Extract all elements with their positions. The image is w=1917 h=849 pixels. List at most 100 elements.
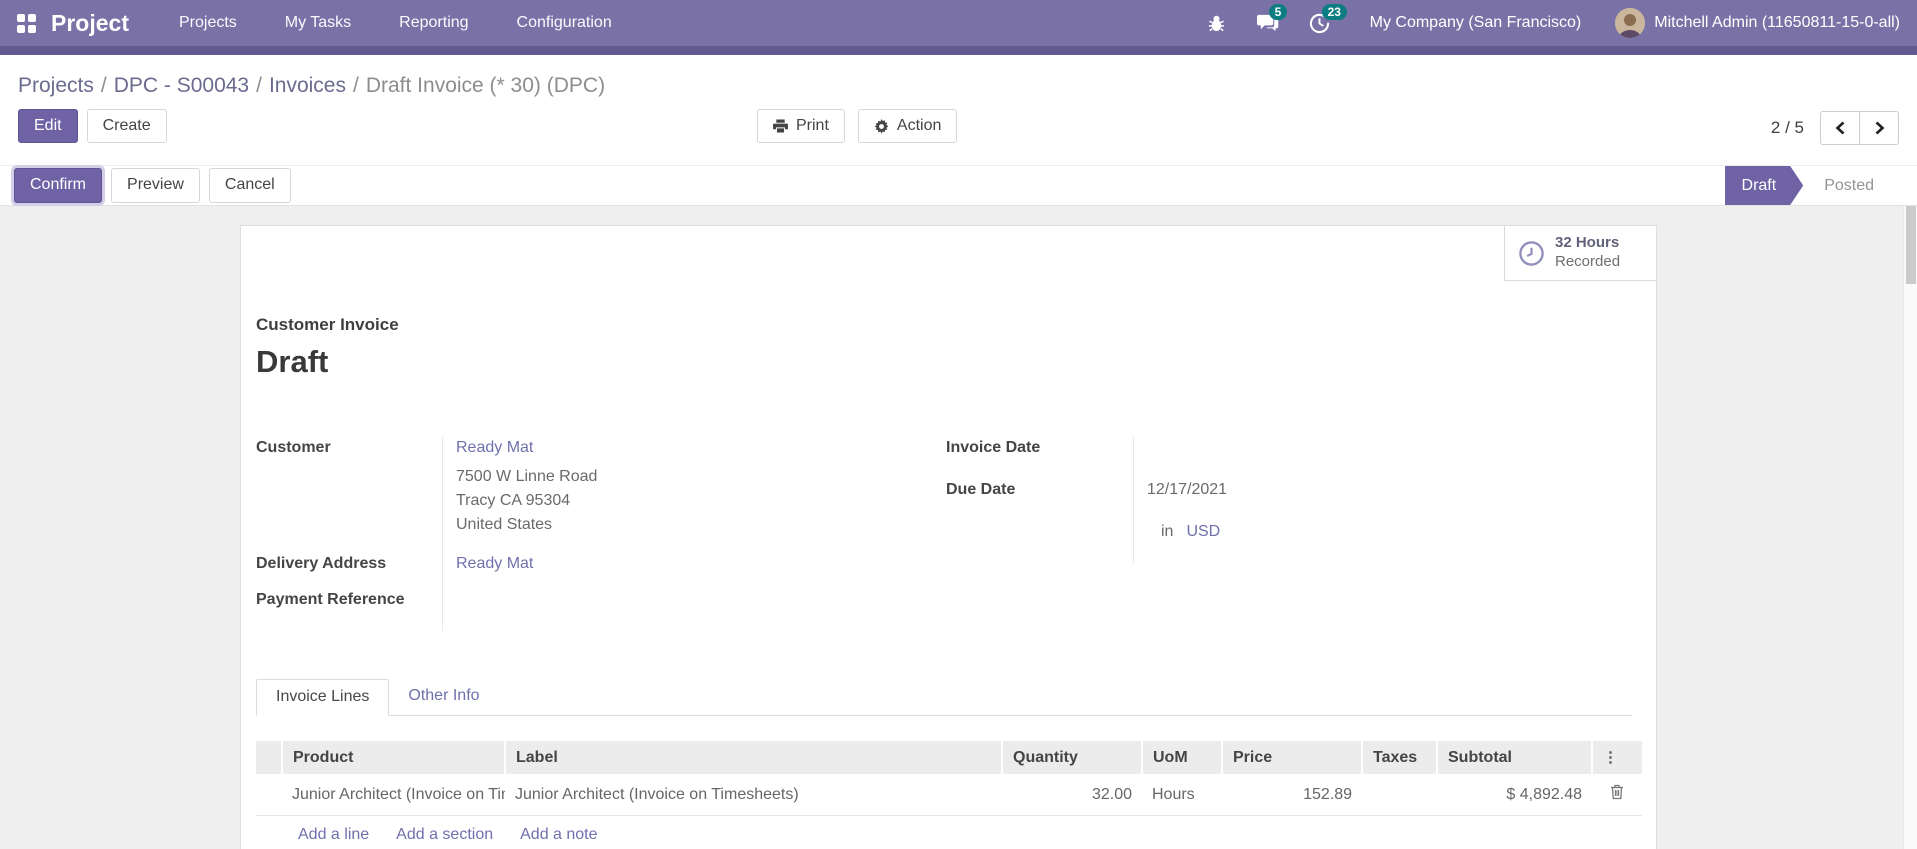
action-button[interactable]: Action bbox=[857, 109, 958, 144]
nav-item-configuration[interactable]: Configuration bbox=[493, 2, 636, 44]
print-button[interactable]: Print bbox=[757, 109, 845, 144]
handle-column-header bbox=[256, 741, 282, 774]
tab-other-info[interactable]: Other Info bbox=[389, 679, 498, 715]
column-header-subtotal[interactable]: Subtotal bbox=[1436, 741, 1592, 774]
document-type-heading: Customer Invoice bbox=[256, 315, 399, 334]
top-navbar: Project Projects My Tasks Reporting Conf… bbox=[0, 0, 1917, 46]
cell-uom[interactable]: Hours bbox=[1142, 774, 1222, 816]
scrollbar-thumb[interactable] bbox=[1906, 206, 1916, 284]
add-a-note-link[interactable]: Add a note bbox=[520, 826, 597, 844]
currency-link[interactable]: USD bbox=[1186, 523, 1220, 540]
column-header-label[interactable]: Label bbox=[504, 741, 1002, 774]
invoice-line-row[interactable]: Junior Architect (Invoice on Timesheets)… bbox=[256, 774, 1642, 816]
table-header-row: Product Label Quantity UoM Price Taxes S… bbox=[256, 741, 1642, 774]
form-view-background: 32 Hours Recorded Customer Invoice Draft… bbox=[0, 206, 1917, 849]
optional-columns-icon[interactable]: ⋮ bbox=[1603, 749, 1618, 766]
user-menu[interactable]: Mitchell Admin (11650811-15-0-all) bbox=[1615, 8, 1900, 38]
address-country: United States bbox=[456, 516, 553, 533]
timesheet-hours-stat-button[interactable]: 32 Hours Recorded bbox=[1504, 226, 1656, 281]
due-date-field-label: Due Date bbox=[946, 479, 1134, 521]
preview-button[interactable]: Preview bbox=[111, 168, 200, 203]
column-header-taxes[interactable]: Taxes bbox=[1361, 741, 1437, 774]
add-a-line-link[interactable]: Add a line bbox=[298, 826, 369, 844]
document-state-title: Draft bbox=[256, 344, 329, 379]
invoice-date-field-label: Invoice Date bbox=[946, 437, 1134, 479]
add-a-section-link[interactable]: Add a section bbox=[396, 826, 493, 844]
column-header-product[interactable]: Product bbox=[281, 741, 505, 774]
nav-item-reporting[interactable]: Reporting bbox=[375, 2, 492, 44]
control-panel-buttons: Edit Create Print Action 2 / 5 bbox=[0, 100, 1917, 158]
stat-hours-label: Recorded bbox=[1555, 253, 1621, 270]
pager-next-button[interactable] bbox=[1859, 111, 1899, 145]
breadcrumb-link-invoices[interactable]: Invoices bbox=[269, 74, 346, 97]
messages-count-badge: 5 bbox=[1268, 4, 1288, 20]
nav-item-my-tasks[interactable]: My Tasks bbox=[261, 2, 375, 44]
create-button[interactable]: Create bbox=[86, 109, 167, 144]
cell-product[interactable]: Junior Architect (Invoice on Timesheets) bbox=[282, 774, 505, 816]
breadcrumb-current: Draft Invoice (* 30) (DPC) bbox=[365, 74, 606, 97]
messages-icon[interactable]: 5 bbox=[1256, 4, 1288, 33]
column-header-price[interactable]: Price bbox=[1221, 741, 1362, 774]
gear-icon bbox=[874, 118, 889, 134]
activities-count-badge: 23 bbox=[1321, 3, 1347, 20]
currency-empty-label bbox=[946, 521, 1134, 563]
cancel-button[interactable]: Cancel bbox=[208, 168, 291, 203]
stat-hours-value: 32 Hours bbox=[1555, 234, 1620, 252]
address-city: Tracy CA 95304 bbox=[456, 492, 571, 509]
pager-counter: 2 / 5 bbox=[1770, 118, 1804, 137]
cell-price[interactable]: 152.89 bbox=[1222, 774, 1362, 816]
row-handle-cell bbox=[256, 774, 282, 816]
breadcrumb-separator: / bbox=[353, 74, 359, 97]
column-header-quantity[interactable]: Quantity bbox=[1001, 741, 1142, 774]
content-area: Confirm Preview Cancel Draft Posted 32 H… bbox=[0, 165, 1917, 849]
nav-item-projects[interactable]: Projects bbox=[155, 2, 261, 44]
edit-button[interactable]: Edit bbox=[18, 109, 78, 144]
customer-link[interactable]: Ready Mat bbox=[456, 439, 533, 456]
confirm-button[interactable]: Confirm bbox=[14, 168, 103, 203]
company-switcher[interactable]: My Company (San Francisco) bbox=[1370, 14, 1582, 32]
systray: 5 23 My Company (San Francisco) Mitchell… bbox=[1177, 3, 1900, 38]
form-statusbar: Confirm Preview Cancel Draft Posted bbox=[0, 165, 1917, 206]
activities-clock-icon[interactable]: 23 bbox=[1309, 3, 1347, 34]
stat-button-band: 32 Hours Recorded bbox=[241, 226, 1656, 281]
delete-line-icon[interactable] bbox=[1610, 784, 1624, 800]
cell-subtotal[interactable]: $ 4,892.48 bbox=[1437, 774, 1592, 816]
breadcrumb: Projects / DPC - S00043 / Invoices / Draft Inv… bbox=[0, 55, 1917, 100]
cell-label[interactable]: Junior Architect (Invoice on Timesheets) bbox=[505, 774, 1002, 816]
pager-previous-button[interactable] bbox=[1820, 111, 1860, 145]
chevron-left-icon bbox=[1835, 121, 1844, 135]
breadcrumb-separator: / bbox=[256, 74, 262, 97]
invoice-date-value bbox=[1134, 437, 1606, 479]
status-step-posted[interactable]: Posted bbox=[1803, 166, 1895, 205]
vertical-scrollbar[interactable] bbox=[1903, 206, 1917, 849]
payment-reference-field-label: Payment Reference bbox=[256, 589, 443, 631]
chevron-right-icon bbox=[1875, 121, 1884, 135]
user-avatar bbox=[1615, 8, 1646, 38]
customer-address: 7500 W Linne Road Tracy CA 95304 United … bbox=[456, 465, 946, 537]
navbar-bottom-strip bbox=[0, 46, 1917, 55]
breadcrumb-link-order[interactable]: DPC - S00043 bbox=[114, 74, 249, 97]
app-name[interactable]: Project bbox=[51, 10, 129, 37]
invoice-lines-table: Product Label Quantity UoM Price Taxes S… bbox=[256, 741, 1642, 816]
notebook-tabs: Invoice Lines Other Info bbox=[256, 679, 1632, 716]
cell-taxes[interactable] bbox=[1362, 774, 1437, 816]
delivery-address-field-label: Delivery Address bbox=[256, 553, 443, 589]
cell-quantity[interactable]: 32.00 bbox=[1002, 774, 1142, 816]
column-header-uom[interactable]: UoM bbox=[1141, 741, 1222, 774]
breadcrumb-separator: / bbox=[100, 74, 107, 97]
list-footer-links: Add a line Add a section Add a note bbox=[256, 816, 1632, 849]
tab-invoice-lines[interactable]: Invoice Lines bbox=[256, 679, 390, 716]
clock-icon bbox=[1519, 240, 1544, 266]
field-groups: Customer Ready Mat 7500 W Linne Road Tra… bbox=[256, 437, 1632, 631]
status-steps: Draft Posted bbox=[1725, 166, 1895, 205]
status-step-draft[interactable]: Draft bbox=[1725, 166, 1804, 205]
address-street: 7500 W Linne Road bbox=[456, 468, 598, 485]
delivery-address-link[interactable]: Ready Mat bbox=[456, 555, 533, 572]
currency-prefix: in bbox=[1161, 523, 1174, 540]
breadcrumb-link-projects[interactable]: Projects bbox=[18, 74, 94, 97]
pager: 2 / 5 bbox=[1771, 111, 1899, 145]
apps-menu-icon[interactable] bbox=[17, 13, 36, 33]
customer-field-label: Customer bbox=[256, 437, 443, 553]
debug-bug-icon[interactable] bbox=[1207, 14, 1226, 33]
payment-reference-value bbox=[443, 589, 946, 631]
